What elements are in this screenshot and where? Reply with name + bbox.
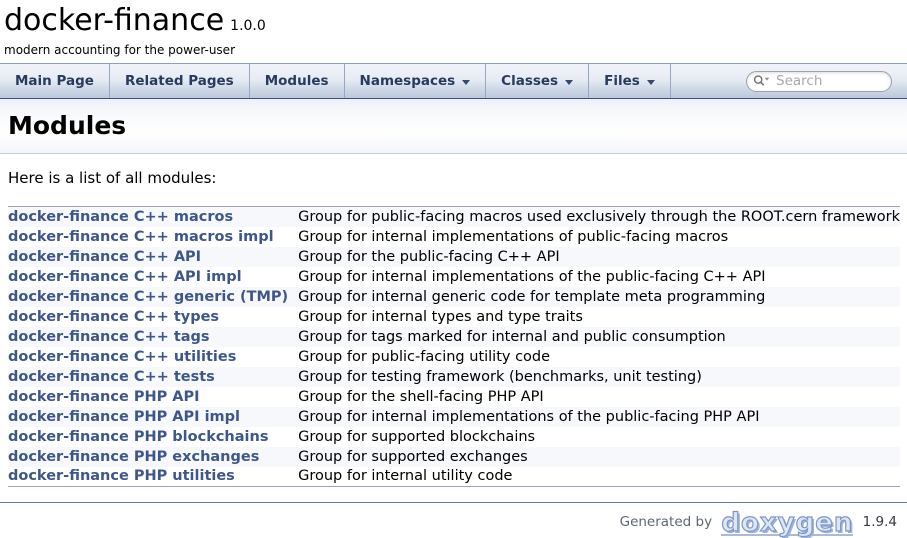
module-description: Group for internal generic code for temp… bbox=[298, 287, 900, 307]
module-link[interactable]: docker-finance C++ macros bbox=[8, 209, 233, 225]
module-description: Group for internal types and type traits bbox=[298, 307, 900, 327]
table-row: docker-finance C++ macros Group for publi… bbox=[8, 207, 900, 227]
module-link[interactable]: docker-finance PHP blockchains bbox=[8, 429, 268, 445]
tab-label: Modules bbox=[265, 73, 329, 89]
search-input[interactable] bbox=[774, 72, 883, 90]
modules-table: docker-finance C++ macros Group for publi… bbox=[8, 206, 900, 487]
search-icon bbox=[753, 74, 770, 88]
tab-label: Main Page bbox=[15, 73, 94, 89]
module-description: Group for supported blockchains bbox=[298, 427, 900, 447]
module-description: Group for public-facing macros used excl… bbox=[298, 207, 900, 227]
project-name-text: docker-finance bbox=[4, 3, 224, 38]
table-row: docker-finance C++ utilities Group for pu… bbox=[8, 347, 900, 367]
chevron-down-icon bbox=[647, 80, 655, 85]
table-row: docker-finance PHP API impl Group for int… bbox=[8, 407, 900, 427]
page-title: Modules bbox=[8, 112, 899, 139]
module-description: Group for supported exchanges bbox=[298, 447, 900, 467]
module-link[interactable]: docker-finance C++ tests bbox=[8, 369, 215, 385]
table-row: docker-finance C++ macros impl Group for … bbox=[8, 227, 900, 247]
module-description: Group for internal utility code bbox=[298, 467, 900, 487]
module-description: Group for internal implementations of th… bbox=[298, 267, 900, 287]
doxygen-logo[interactable]: doxygen bbox=[721, 512, 853, 536]
module-link[interactable]: docker-finance C++ tags bbox=[8, 329, 210, 345]
module-link[interactable]: docker-finance C++ API bbox=[8, 249, 201, 265]
intro-text: Here is a list of all modules: bbox=[8, 169, 900, 187]
module-description: Group for tags marked for internal and p… bbox=[298, 327, 900, 347]
table-row: docker-finance PHP exchanges Group for su… bbox=[8, 447, 900, 467]
tab-label: Namespaces bbox=[360, 73, 456, 89]
project-name: docker-finance 1.0.0 bbox=[4, 4, 907, 43]
tab-label: Files bbox=[604, 73, 640, 89]
table-row: docker-finance C++ API impl Group for int… bbox=[8, 267, 900, 287]
tab-label: Related Pages bbox=[125, 73, 234, 89]
module-description: Group for public-facing utility code bbox=[298, 347, 900, 367]
module-description: Group for the public-facing C++ API bbox=[298, 247, 900, 267]
main-nav-bar: Main Page Related Pages Modules Namespaces C… bbox=[0, 63, 907, 99]
tab-namespaces[interactable]: Namespaces bbox=[345, 64, 487, 98]
module-link[interactable]: docker-finance PHP utilities bbox=[8, 468, 235, 484]
table-row: docker-finance PHP blockchains Group for … bbox=[8, 427, 900, 447]
tab-modules[interactable]: Modules bbox=[250, 64, 345, 98]
tab-related-pages[interactable]: Related Pages bbox=[110, 64, 250, 98]
module-description: Group for testing framework (benchmarks,… bbox=[298, 367, 900, 387]
nav-tab-list: Main Page Related Pages Modules Namespaces C… bbox=[0, 64, 671, 98]
table-row: docker-finance C++ tags Group for tags ma… bbox=[8, 327, 900, 347]
project-brief: modern accounting for the power-user bbox=[4, 43, 907, 57]
chevron-down-icon bbox=[462, 80, 470, 85]
module-link[interactable]: docker-finance C++ API impl bbox=[8, 269, 242, 285]
module-link[interactable]: docker-finance C++ generic (TMP) bbox=[8, 289, 288, 305]
table-row: docker-finance C++ API Group for the publ… bbox=[8, 247, 900, 267]
project-version: 1.0.0 bbox=[230, 18, 266, 34]
tab-classes[interactable]: Classes bbox=[486, 64, 589, 98]
footer: Generated by doxygen 1.9.4 bbox=[0, 503, 907, 536]
module-link[interactable]: docker-finance C++ macros impl bbox=[8, 229, 274, 245]
module-description: Group for internal implementations of pu… bbox=[298, 227, 900, 247]
title-area: docker-finance 1.0.0 modern accounting fo… bbox=[0, 0, 907, 63]
module-link[interactable]: docker-finance PHP API impl bbox=[8, 409, 240, 425]
tab-files[interactable]: Files bbox=[589, 64, 671, 98]
tab-main-page[interactable]: Main Page bbox=[0, 64, 110, 98]
table-row: docker-finance C++ generic (TMP) Group fo… bbox=[8, 287, 900, 307]
table-row: docker-finance PHP API Group for the shel… bbox=[8, 387, 900, 407]
tab-label: Classes bbox=[501, 73, 558, 89]
contents: Here is a list of all modules: docker-fi… bbox=[0, 169, 907, 487]
chevron-down-icon bbox=[565, 80, 573, 85]
table-row: docker-finance C++ types Group for intern… bbox=[8, 307, 900, 327]
module-link[interactable]: docker-finance PHP exchanges bbox=[8, 449, 259, 465]
module-link[interactable]: docker-finance PHP API bbox=[8, 389, 200, 405]
table-row: docker-finance PHP utilities Group for in… bbox=[8, 467, 900, 487]
module-description: Group for internal implementations of th… bbox=[298, 407, 900, 427]
page-header: Modules bbox=[0, 99, 907, 154]
table-row: docker-finance C++ tests Group for testin… bbox=[8, 367, 900, 387]
module-link[interactable]: docker-finance C++ types bbox=[8, 309, 219, 325]
search-box[interactable] bbox=[746, 71, 892, 92]
module-description: Group for the shell-facing PHP API bbox=[298, 387, 900, 407]
doxygen-version: 1.9.4 bbox=[863, 514, 897, 530]
generated-by-text: Generated by bbox=[620, 514, 712, 530]
module-link[interactable]: docker-finance C++ utilities bbox=[8, 349, 236, 365]
